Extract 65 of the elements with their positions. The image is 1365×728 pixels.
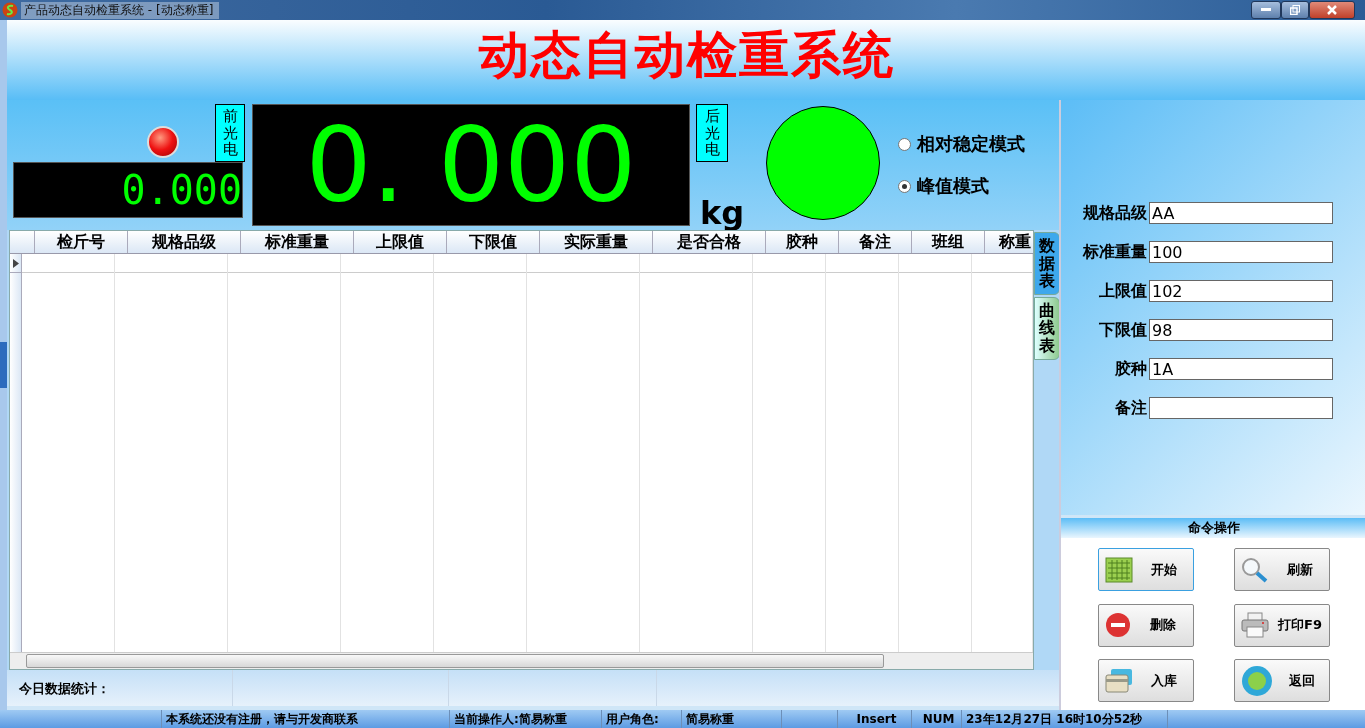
input-field[interactable]: 98 <box>1149 319 1333 341</box>
input-field[interactable]: 1A <box>1149 358 1333 380</box>
input-field[interactable]: 100 <box>1149 241 1333 263</box>
status-text: 用户角色: <box>602 710 682 728</box>
command-button[interactable]: 入库 <box>1098 659 1194 703</box>
status-text: 23年12月27日 16时10分52秒 <box>962 710 1168 728</box>
stats-label: 今日数据统计： <box>7 670 233 706</box>
search-icon <box>1241 556 1269 583</box>
command-button[interactable]: 开始 <box>1098 548 1194 591</box>
column-header[interactable]: 班组 <box>912 231 985 253</box>
minimize-button[interactable] <box>1251 1 1281 19</box>
input-field[interactable]: 102 <box>1149 280 1333 302</box>
command-button[interactable]: 删除 <box>1098 603 1194 647</box>
status-text: 本系统还没有注册，请与开发商联系 <box>162 710 450 728</box>
column-header[interactable]: 实际重量 <box>540 231 653 253</box>
input-field[interactable] <box>1149 397 1333 419</box>
mode-radio[interactable]: 相对稳定模式 <box>898 132 1026 156</box>
column-header[interactable]: 胶种 <box>766 231 839 253</box>
weight-display: 0. 000 <box>252 104 690 226</box>
field-label: 胶种 <box>1114 358 1147 380</box>
column-header[interactable]: 是否合格 <box>653 231 766 253</box>
unit-label: kg <box>700 194 745 232</box>
printer-icon <box>1241 612 1269 639</box>
command-button[interactable]: 返回 <box>1234 659 1330 703</box>
close-button[interactable] <box>1309 1 1355 19</box>
column-header[interactable]: 下限值 <box>447 231 540 253</box>
field-label: 规格品级 <box>1082 202 1147 224</box>
side-tab[interactable]: 数据表 <box>1034 232 1060 295</box>
restore-icon <box>1290 5 1300 15</box>
column-header[interactable]: 备注 <box>839 231 912 253</box>
restore-button[interactable] <box>1281 1 1309 19</box>
status-text: 当前操作人:简易称重 <box>450 710 602 728</box>
window-title: 产品动态自动检重系统 - [动态称重] <box>21 1 220 19</box>
command-button[interactable]: 刷新 <box>1234 548 1330 591</box>
close-icon <box>1327 5 1337 15</box>
field-label: 下限值 <box>1098 319 1147 341</box>
command-button[interactable]: 打印F9 <box>1234 603 1330 647</box>
status-text: NUM <box>912 710 962 728</box>
status-text: 简易称重 <box>682 710 782 728</box>
mode-radio[interactable]: 峰值模式 <box>898 174 1026 198</box>
current-row-icon <box>12 258 19 268</box>
field-label: 标准重量 <box>1081 241 1147 263</box>
grid-icon <box>1105 556 1133 583</box>
column-header[interactable]: 检斤号 <box>35 231 128 253</box>
card-icon <box>1105 667 1133 694</box>
field-label: 备注 <box>1114 397 1147 419</box>
section-heading: 命令操作 <box>1061 518 1365 538</box>
side-tab[interactable]: 曲线表 <box>1034 296 1060 360</box>
small-weight-display: 0.000 <box>13 161 243 218</box>
collapse-handle[interactable] <box>0 342 7 388</box>
front-sensor-label: 前光电 <box>215 104 245 162</box>
indicator-lamp <box>147 125 179 158</box>
minus-circle-icon <box>1105 612 1131 639</box>
input-field[interactable]: AA <box>1149 202 1333 224</box>
status-text: Insert <box>838 710 912 728</box>
round-button-icon <box>1241 664 1273 697</box>
column-header[interactable]: 上限值 <box>354 231 447 253</box>
rear-sensor-label: 后光电 <box>696 104 728 162</box>
app-heading: 动态自动检重系统 <box>478 25 895 86</box>
field-label: 上限值 <box>1098 280 1147 302</box>
column-header[interactable]: 标准重量 <box>241 231 354 253</box>
app-logo-icon <box>2 2 18 18</box>
column-header[interactable]: 规格品级 <box>128 231 241 253</box>
minimize-icon <box>1261 8 1271 12</box>
horizontal-scrollbar[interactable] <box>10 652 1033 669</box>
